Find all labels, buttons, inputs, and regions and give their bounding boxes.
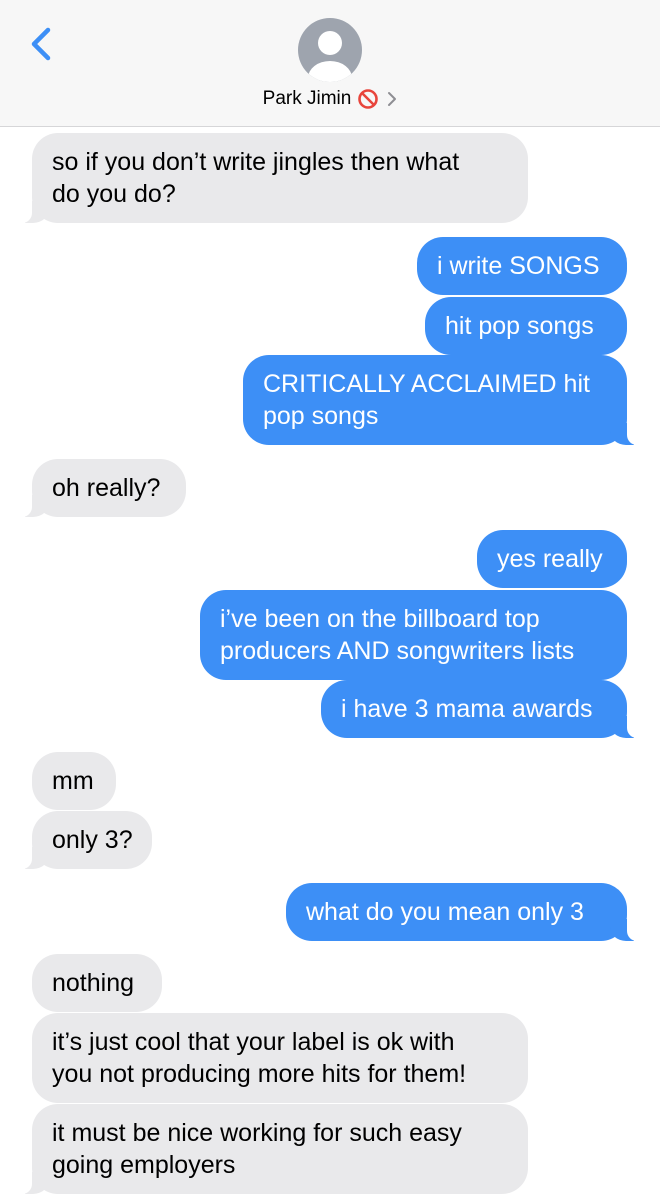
message-bubble-received[interactable]: only 3? (6, 811, 152, 869)
message-line: do you do? (52, 180, 176, 208)
message-bubble-sent[interactable]: yes really (477, 530, 627, 588)
message-line: you not producing more hits for them! (52, 1060, 467, 1088)
contact-name-row[interactable]: Park Jimin (0, 86, 660, 112)
message-line: producers AND songwriters lists (220, 637, 575, 665)
message-line: yes really (497, 545, 603, 573)
message-line: it must be nice working for such easy (52, 1119, 462, 1147)
message-line: i write SONGS (437, 252, 600, 280)
message-bubble-sent[interactable]: i write SONGS (417, 237, 627, 295)
message-line: hit pop songs (445, 312, 594, 340)
message-bubble-sent[interactable]: what do you mean only 3 (286, 883, 653, 941)
message-line: i’ve been on the billboard top (220, 605, 540, 633)
message-bubble-received[interactable]: nothing (32, 954, 162, 1012)
message-bubble-received[interactable]: oh really? (6, 459, 186, 517)
avatar-placeholder-icon (308, 31, 352, 82)
back-chevron-icon[interactable] (22, 24, 62, 64)
message-line: only 3? (52, 826, 133, 854)
message-bubble-received[interactable]: it’s just cool that your label is ok wit… (32, 1013, 528, 1103)
message-line: oh really? (52, 474, 161, 502)
chevron-right-icon (388, 92, 397, 106)
contact-avatar[interactable] (298, 18, 362, 82)
message-line: what do you mean only 3 (306, 898, 584, 926)
message-line: i have 3 mama awards (341, 695, 593, 723)
message-line: it’s just cool that your label is ok wit… (52, 1028, 455, 1056)
message-bubble-received[interactable]: so if you don’t write jingles then what … (6, 133, 528, 223)
blocked-icon (358, 89, 379, 109)
message-line: CRITICALLY ACCLAIMED hit (263, 370, 590, 398)
message-line: pop songs (263, 402, 379, 430)
contact-name: Park Jimin (262, 88, 352, 109)
message-bubble-sent[interactable]: CRITICALLY ACCLAIMED hit pop songs (243, 355, 653, 445)
message-line: going employers (52, 1151, 236, 1179)
message-line: mm (52, 767, 94, 795)
conversation-header: Park Jimin (0, 0, 660, 127)
message-line: nothing (52, 969, 135, 997)
message-bubble-received[interactable]: mm (32, 752, 116, 810)
message-bubble-received[interactable]: it must be nice working for such easy go… (6, 1104, 528, 1194)
message-bubble-sent[interactable]: i’ve been on the billboard top producers… (200, 590, 627, 680)
message-bubble-sent[interactable]: i have 3 mama awards (321, 680, 653, 738)
message-bubble-sent[interactable]: hit pop songs (425, 297, 627, 355)
message-line: so if you don’t write jingles then what (52, 148, 460, 176)
